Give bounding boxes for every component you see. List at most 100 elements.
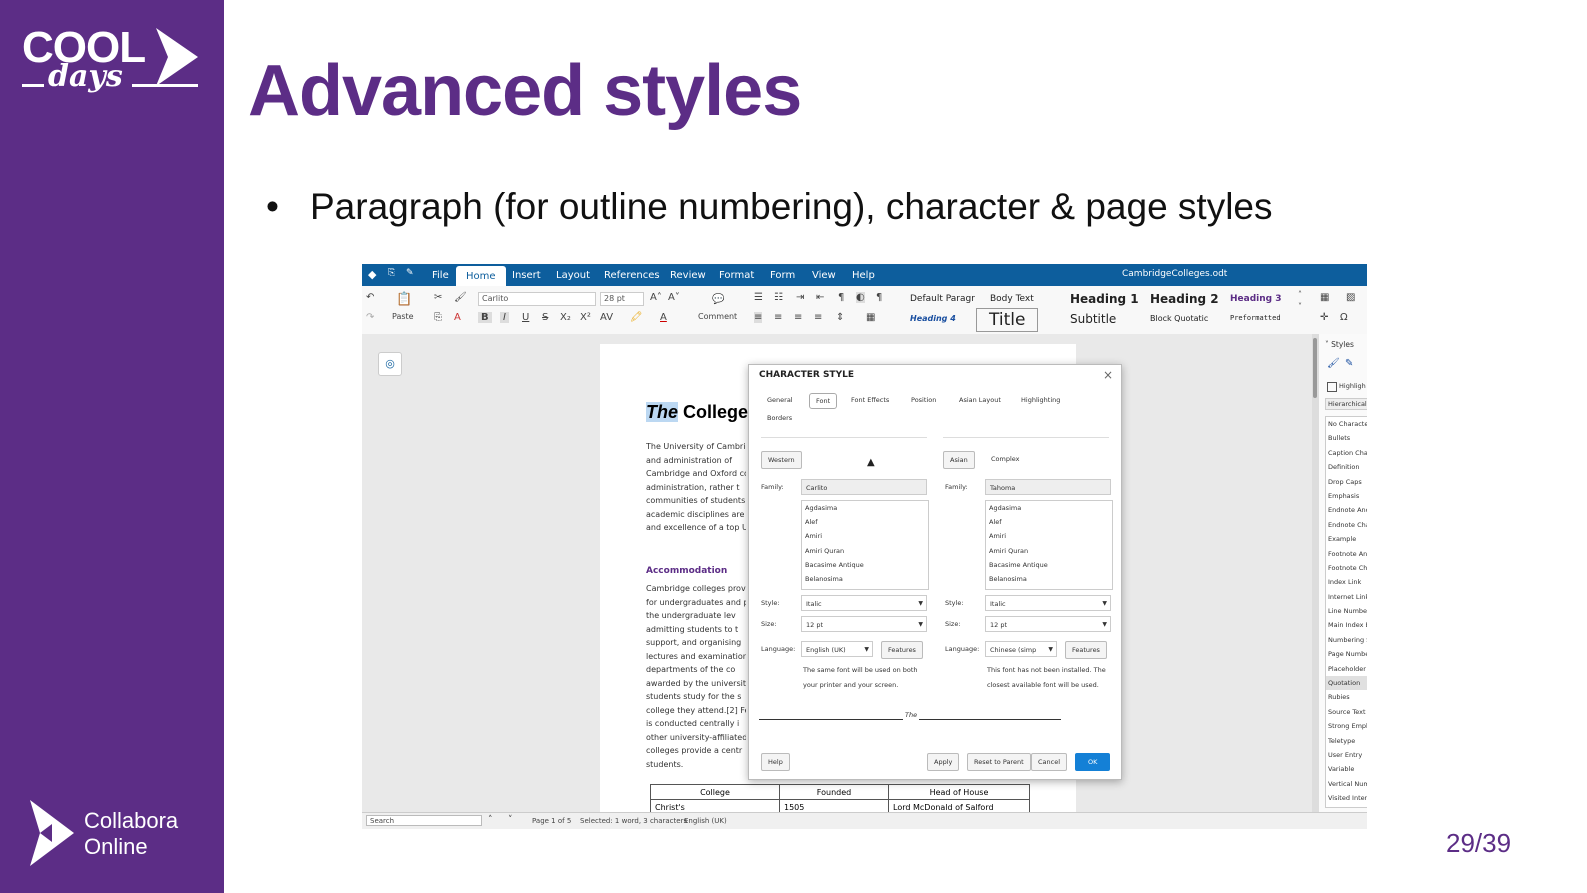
search-down-icon[interactable]: ˅ — [508, 815, 513, 825]
paragraph-2[interactable]: Cambridge colleges prov for undergraduat… — [646, 582, 746, 771]
tab-font[interactable]: Font — [809, 393, 838, 409]
font-color-icon[interactable]: A — [660, 312, 667, 323]
tab-highlighting[interactable]: Highlighting — [1015, 393, 1066, 407]
subscript-button[interactable]: X₂ — [560, 312, 571, 323]
style-subtitle[interactable]: Subtitle — [1070, 312, 1116, 326]
list-item[interactable]: Belanosima — [986, 572, 1112, 586]
style-list-item[interactable]: Caption Cha — [1326, 446, 1367, 460]
western-size-select[interactable]: 12 pt ▼ — [801, 616, 927, 632]
cancel-button[interactable]: Cancel — [1031, 753, 1068, 771]
comment-icon[interactable]: 💬 — [712, 294, 724, 305]
list-item[interactable]: Alef — [986, 515, 1112, 529]
ok-button[interactable]: OK — [1075, 753, 1111, 771]
reset-to-parent-button[interactable]: Reset to Parent — [967, 753, 1031, 771]
asian-button[interactable]: Asian — [943, 451, 975, 469]
style-body-text[interactable]: Body Text — [990, 294, 1034, 304]
cut-icon[interactable]: ✂ — [434, 292, 442, 303]
style-list-item[interactable]: Footnote An — [1326, 547, 1367, 561]
navigator-icon[interactable]: ◎ — [378, 352, 402, 376]
bullet-list-icon[interactable]: ☰ — [754, 292, 763, 303]
highlight-checkbox[interactable] — [1327, 382, 1337, 392]
language-status[interactable]: English (UK) — [684, 817, 727, 825]
tab-general[interactable]: General — [761, 393, 799, 407]
search-up-icon[interactable]: ˄ — [488, 815, 493, 825]
style-list-item[interactable]: Example — [1326, 532, 1367, 546]
omega-icon[interactable]: Ω — [1340, 312, 1348, 323]
list-item[interactable]: Agdasima — [986, 501, 1112, 515]
western-font-list[interactable]: Agdasima Alef Amiri Amiri Quran Bacasime… — [801, 500, 929, 590]
menu-form[interactable]: Form — [770, 270, 795, 281]
align-left-icon[interactable]: ≡ — [754, 312, 763, 323]
align-right-icon[interactable]: ≡ — [794, 312, 802, 323]
western-family-field[interactable]: Carlito — [801, 479, 927, 495]
scrollbar-thumb[interactable] — [1313, 338, 1317, 398]
style-list-item[interactable]: User Entry — [1326, 748, 1367, 762]
menu-home[interactable]: Home — [456, 266, 506, 286]
asian-font-list[interactable]: Agdasima Alef Amiri Amiri Quran Bacasime… — [985, 500, 1113, 590]
style-block-quotation[interactable]: Block Quotatic — [1150, 314, 1208, 323]
accommodation-heading[interactable]: Accommodation — [646, 566, 727, 576]
style-heading-1[interactable]: Heading 1 — [1070, 292, 1139, 306]
menu-references[interactable]: References — [604, 270, 660, 281]
italic-button[interactable]: I — [500, 312, 509, 323]
tab-position[interactable]: Position — [905, 393, 942, 407]
style-list-item[interactable]: Strong Emph — [1326, 719, 1367, 733]
style-list-item[interactable]: Numbering S — [1326, 633, 1367, 647]
style-list-item[interactable]: Drop Caps — [1326, 475, 1367, 489]
style-heading-3[interactable]: Heading 3 — [1230, 294, 1281, 304]
justify-icon[interactable]: ≡ — [814, 312, 822, 323]
redo-icon[interactable]: ↷ — [366, 312, 374, 323]
underline-button[interactable]: U — [522, 312, 529, 323]
rtl-icon[interactable]: ¶ — [876, 292, 882, 303]
style-filter-select[interactable]: Hierarchical — [1325, 398, 1367, 410]
menu-help[interactable]: Help — [852, 270, 875, 281]
copy-icon[interactable]: ⎘ — [434, 312, 442, 323]
asian-size-select[interactable]: 12 pt ▼ — [985, 616, 1111, 632]
style-list-item[interactable]: Variable — [1326, 762, 1367, 776]
list-item[interactable]: Agdasima — [802, 501, 928, 515]
list-item[interactable]: Amiri — [986, 529, 1112, 543]
western-style-select[interactable]: Italic ▼ — [801, 595, 927, 611]
style-list-item[interactable]: Endnote Anc — [1326, 503, 1367, 517]
outdent-icon[interactable]: ⇤ — [816, 292, 824, 303]
style-list-item[interactable]: Rubies — [1326, 690, 1367, 704]
western-features-button[interactable]: Features — [881, 641, 923, 659]
list-item[interactable]: Amiri Quran — [986, 544, 1112, 558]
highlight-icon[interactable]: 🖍 — [630, 312, 643, 323]
style-preformatted[interactable]: Preformatted — [1230, 314, 1281, 322]
indent-icon[interactable]: ⇥ — [796, 292, 804, 303]
menu-format[interactable]: Format — [719, 270, 754, 281]
style-list-item[interactable]: Visited Intern — [1326, 791, 1367, 805]
style-list-item[interactable]: Vertical Num — [1326, 777, 1367, 791]
western-button[interactable]: Western — [761, 451, 802, 469]
style-fill-icon[interactable]: 🖌 — [1327, 358, 1340, 369]
comment-button[interactable]: Comment — [698, 312, 737, 321]
menu-insert[interactable]: Insert — [512, 270, 541, 281]
tab-borders[interactable]: Borders — [761, 411, 798, 425]
font-name-select[interactable]: Carlito — [478, 292, 596, 306]
style-title[interactable]: Title — [976, 308, 1039, 332]
image-icon[interactable]: ▨ — [1346, 292, 1355, 303]
pilcrow-icon[interactable]: ¶ — [838, 292, 844, 303]
menu-layout[interactable]: Layout — [556, 270, 590, 281]
paste-icon[interactable]: 📋 — [396, 292, 412, 307]
align-center-icon[interactable]: ≡ — [774, 312, 782, 323]
list-item[interactable]: Bacasime Antique — [802, 558, 928, 572]
style-heading-2[interactable]: Heading 2 — [1150, 292, 1219, 306]
style-list-item[interactable]: Definition — [1326, 460, 1367, 474]
paste-button[interactable]: Paste — [392, 312, 414, 321]
asian-family-field[interactable]: Tahoma — [985, 479, 1111, 495]
paragraph-bg-icon[interactable]: ▦ — [866, 312, 875, 323]
style-list-item[interactable]: Placeholder — [1326, 662, 1367, 676]
paragraph-1[interactable]: The University of Cambrid and administra… — [646, 440, 746, 535]
character-spacing-button[interactable]: AV — [600, 312, 613, 323]
superscript-button[interactable]: X² — [580, 312, 591, 323]
style-list-item[interactable]: No Characte — [1326, 417, 1367, 431]
bold-button[interactable]: B — [478, 312, 492, 323]
search-input[interactable]: Search — [366, 815, 482, 826]
style-heading-4[interactable]: Heading 4 — [910, 314, 956, 323]
numbered-list-icon[interactable]: ☷ — [774, 292, 783, 303]
menu-review[interactable]: Review — [670, 270, 706, 281]
list-item[interactable]: Belanosima — [802, 572, 928, 586]
menu-file[interactable]: File — [432, 270, 449, 281]
